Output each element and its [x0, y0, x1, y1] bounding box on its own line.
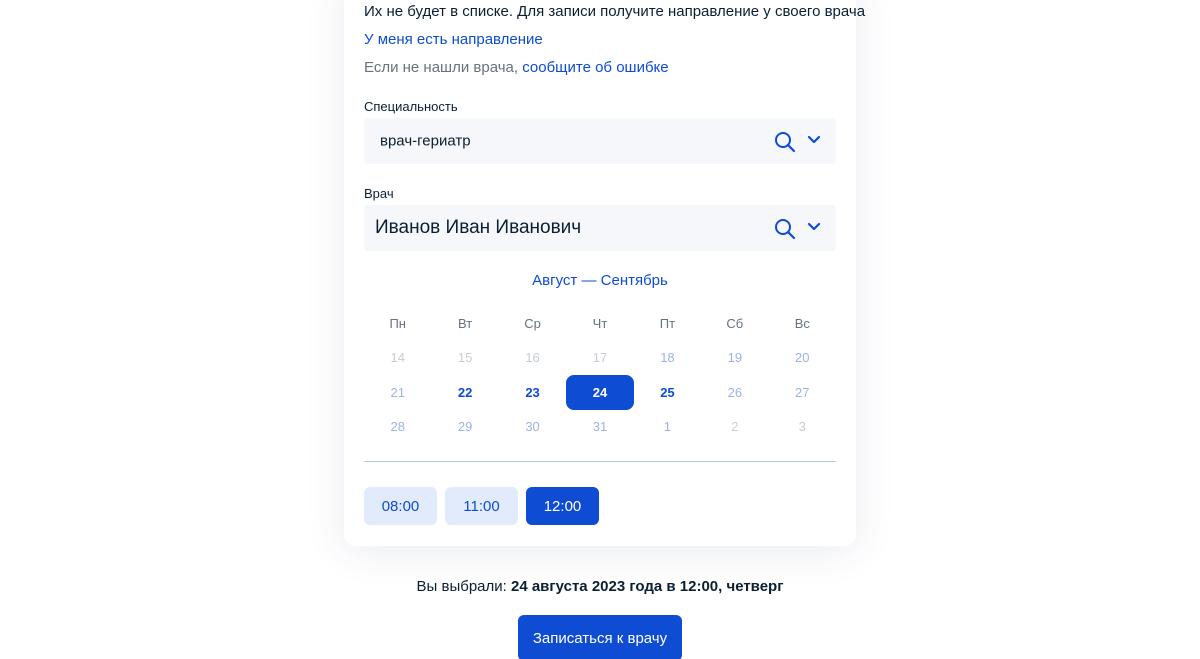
book-doctor-button[interactable]: Записаться к врачу: [518, 615, 682, 659]
calendar-day: 2: [731, 419, 739, 435]
calendar-day: 26: [727, 384, 743, 400]
report-error-link[interactable]: сообщите об ошибке: [522, 59, 668, 76]
calendar-day: 19: [727, 350, 743, 366]
calendar-day: 15: [457, 350, 473, 366]
summary-prefix: Вы выбрали:: [416, 578, 507, 595]
calendar-day: 1: [663, 419, 672, 435]
weekday-header: Сб: [726, 315, 744, 331]
calendar-day[interactable]: 22: [431, 375, 498, 410]
calendar-day: 16: [525, 350, 540, 366]
chevron-down-icon[interactable]: [806, 220, 822, 234]
calendar-day: 14: [390, 350, 405, 366]
have-referral-link[interactable]: У меня есть направление: [364, 31, 543, 48]
weekday-header: Вт: [458, 315, 473, 331]
not-found-prefix: Если не нашли врача,: [364, 59, 519, 76]
calendar-grid: Пн Вт Ср Чт Пт Сб Вс 14 15 16 17 18 19 20 21 22 23 24 25 26…: [364, 306, 836, 444]
calendar-day: 29: [457, 419, 473, 435]
divider: [364, 461, 836, 462]
calendar-day: 3: [798, 419, 806, 435]
doctor-select[interactable]: Иванов Иван Иванович: [364, 205, 836, 251]
specialty-label: Специальность: [364, 99, 458, 114]
calendar-day[interactable]: 24: [566, 375, 634, 410]
doctor-label: Врач: [364, 186, 394, 201]
time-slot-button[interactable]: 12:00: [526, 487, 599, 525]
time-slot-button[interactable]: 08:00: [364, 487, 437, 525]
calendar-day: 27: [795, 384, 810, 400]
not-found-notice: Если не нашли врача, сообщите об ошибке: [364, 59, 669, 76]
search-icon[interactable]: [774, 131, 796, 153]
specialty-select[interactable]: врач-гериатр: [364, 118, 836, 164]
specialty-value: врач-гериатр: [380, 132, 471, 150]
weekday-header: Ср: [524, 315, 541, 331]
calendar-day: 18: [660, 350, 675, 366]
selection-summary: Вы выбрали: 24 августа 2023 года в 12:00…: [0, 578, 1200, 595]
calendar-month-range[interactable]: Август — Сентябрь: [364, 272, 836, 289]
calendar-day: 21: [390, 384, 405, 400]
calendar-day: 30: [525, 419, 540, 435]
search-icon[interactable]: [774, 218, 796, 240]
chevron-down-icon[interactable]: [806, 133, 822, 147]
weekday-header: Вс: [794, 315, 810, 331]
weekday-header: Чт: [592, 315, 608, 331]
summary-value: 24 августа 2023 года в 12:00, четверг: [510, 578, 784, 595]
weekday-header: Пт: [659, 315, 676, 331]
calendar-day[interactable]: 25: [634, 375, 701, 410]
calendar-day: 31: [592, 419, 608, 435]
calendar-day: 17: [592, 350, 608, 366]
calendar-day: 28: [390, 419, 405, 435]
calendar-day[interactable]: 23: [499, 375, 566, 410]
time-slot-button[interactable]: 11:00: [445, 487, 518, 525]
doctor-value: Иванов Иван Иванович: [375, 217, 582, 238]
weekday-header: Пн: [389, 315, 406, 331]
time-slots: 08:00 11:00 12:00: [364, 487, 599, 525]
calendar-day: 20: [795, 350, 810, 366]
no-list-notice: Их не будет в списке. Для записи получит…: [364, 3, 866, 20]
